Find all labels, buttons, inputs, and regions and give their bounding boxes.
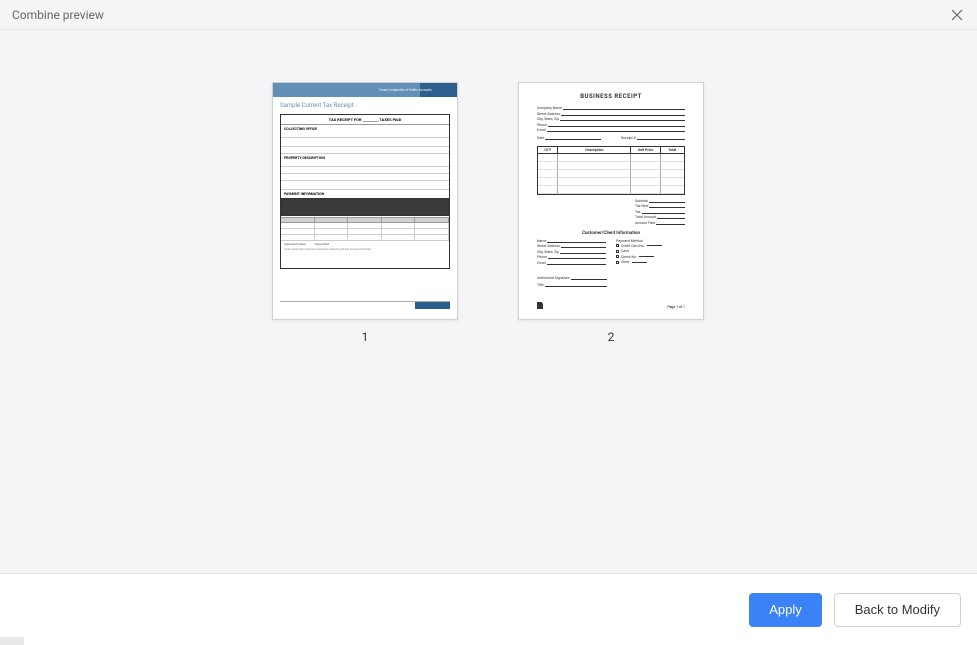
- doc1-row: [281, 181, 449, 190]
- doc1-row: [281, 160, 449, 167]
- preview-area: Texas Comptroller of Public Accounts Sam…: [0, 30, 977, 573]
- page-thumbnail-1: Texas Comptroller of Public Accounts Sam…: [272, 82, 458, 344]
- close-icon: [951, 9, 963, 21]
- footer-bar: Apply Back to Modify: [0, 573, 977, 645]
- thumbnail-list: Texas Comptroller of Public Accounts Sam…: [0, 30, 977, 344]
- doc1-row: [281, 147, 449, 154]
- doc2-title: BUSINESS RECEIPT: [537, 93, 685, 100]
- doc2-inner: BUSINESS RECEIPT Company Name Street Add…: [519, 83, 703, 299]
- thumbnail-label: 2: [608, 330, 615, 344]
- doc1-form-head: TAX RECEIPT FOR _________ TAXES PAID: [281, 115, 449, 125]
- doc1-fine-print: Lorem ipsum dolor sit amet consectetur a…: [281, 247, 449, 252]
- back-to-modify-button[interactable]: Back to Modify: [834, 593, 961, 627]
- apply-button[interactable]: Apply: [749, 593, 822, 627]
- doc1-header: Texas Comptroller of Public Accounts: [273, 83, 457, 97]
- doc1-table: [281, 217, 449, 241]
- doc1-dark-box: [281, 198, 449, 216]
- doc2-items-table: QTY Description Unit Price Total: [537, 146, 685, 195]
- doc1-header-text: Texas Comptroller of Public Accounts: [379, 88, 432, 92]
- doc1-row: [281, 167, 449, 174]
- window-title: Combine preview: [12, 8, 104, 22]
- doc1-row: [281, 138, 449, 147]
- doc2-customer-title: Customer/Client Information: [537, 231, 685, 236]
- close-button[interactable]: [949, 7, 965, 23]
- thumbnail-page[interactable]: Texas Comptroller of Public Accounts Sam…: [272, 82, 458, 320]
- resize-grip: [0, 637, 24, 645]
- header-bar: Combine preview: [0, 0, 977, 30]
- doc1-footer-bar: [415, 302, 450, 309]
- doc1-title: Sample Current Tax Receipt: [273, 97, 457, 112]
- document-icon: [537, 302, 543, 309]
- doc1-section-payment: PAYMENT INFORMATION: [281, 190, 449, 196]
- doc1-row: [281, 131, 449, 138]
- doc2-totals: Subtotal Tax Rate Tax Total Amount Amoun…: [635, 199, 685, 225]
- thumbnail-page[interactable]: BUSINESS RECEIPT Company Name Street Add…: [518, 82, 704, 320]
- doc1-footer-line: [280, 301, 450, 302]
- doc2-page-number: Page 1 of 1: [667, 305, 685, 309]
- thumbnail-label: 1: [362, 330, 369, 344]
- doc1-form: TAX RECEIPT FOR _________ TAXES PAID COL…: [280, 114, 450, 269]
- doc1-row: [281, 174, 449, 181]
- page-thumbnail-2: BUSINESS RECEIPT Company Name Street Add…: [518, 82, 704, 344]
